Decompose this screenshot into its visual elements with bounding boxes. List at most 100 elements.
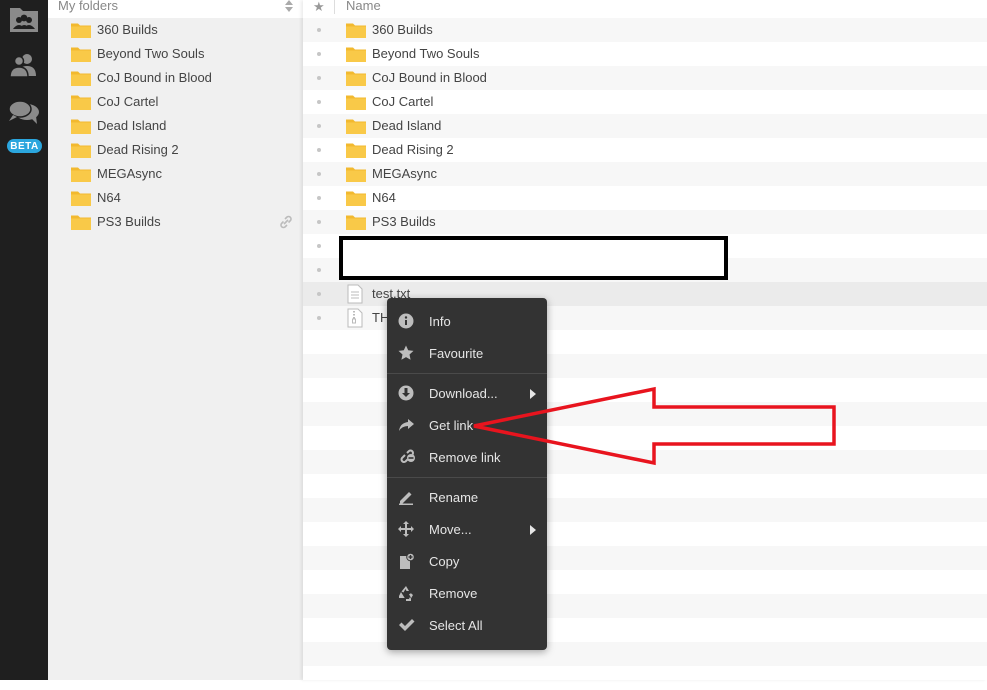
file-name: Dead Island <box>372 118 442 133</box>
favourite-dot[interactable] <box>317 124 321 128</box>
favourite-dot[interactable] <box>317 220 321 224</box>
sidebar-folder-item[interactable]: N64 <box>48 186 303 210</box>
star-icon <box>398 345 416 361</box>
file-name: MEGAsync <box>372 166 438 181</box>
sidebar-folder-label: N64 <box>97 190 121 205</box>
sidebar-folder-item[interactable]: Dead Rising 2 <box>48 138 303 162</box>
folder-icon <box>346 118 366 137</box>
menu-item-get-link[interactable]: Get link <box>387 410 547 440</box>
folder-icon <box>71 166 91 185</box>
folder-icon <box>346 214 366 233</box>
menu-separator <box>387 477 547 478</box>
sidebar-folder-item[interactable]: Dead Island <box>48 114 303 138</box>
sidebar-folder-item[interactable]: PS3 Builds <box>48 210 303 234</box>
sidebar-folder-label: Dead Rising 2 <box>97 142 179 157</box>
sidebar-folder-item[interactable]: MEGAsync <box>48 162 303 186</box>
context-menu: Info Favourite Download... Get link Remo… <box>387 298 547 650</box>
sidebar-title: My folders <box>58 0 118 13</box>
cloud-drive-icon[interactable] <box>0 0 48 40</box>
redaction-box <box>339 236 728 280</box>
folder-row[interactable]: PS3 Builds <box>303 210 987 234</box>
menu-item-select-all[interactable]: Select All <box>387 610 547 640</box>
column-divider <box>334 0 335 14</box>
file-name: CoJ Bound in Blood <box>372 70 487 85</box>
name-column-header[interactable]: Name <box>346 0 381 13</box>
menu-item-remove-link[interactable]: Remove link <box>387 442 547 472</box>
folder-icon <box>346 46 366 65</box>
download-icon <box>398 385 416 401</box>
folder-icon <box>71 142 91 161</box>
folder-tree-sidebar: My folders 360 Builds Beyond Two Souls CoJ… <box>48 0 303 680</box>
folder-row[interactable]: Beyond Two Souls <box>303 42 987 66</box>
recycle-icon <box>398 585 416 601</box>
move-icon <box>398 521 416 537</box>
folder-icon <box>71 94 91 113</box>
menu-item-copy[interactable]: Copy <box>387 546 547 576</box>
sidebar-folder-item[interactable]: CoJ Bound in Blood <box>48 66 303 90</box>
favourite-column-header[interactable]: ★ <box>313 0 325 15</box>
sidebar-folder-label: Beyond Two Souls <box>97 46 205 61</box>
sort-arrows-icon[interactable] <box>285 0 293 15</box>
sidebar-folder-item[interactable]: CoJ Cartel <box>48 90 303 114</box>
folder-row[interactable]: 360 Builds <box>303 18 987 42</box>
folder-row[interactable]: N64 <box>303 186 987 210</box>
favourite-dot[interactable] <box>317 28 321 32</box>
folder-icon <box>71 214 91 233</box>
folder-icon <box>71 118 91 137</box>
contacts-icon[interactable] <box>0 45 48 85</box>
share-arrow-icon <box>398 417 416 433</box>
menu-item-info[interactable]: Info <box>387 306 547 336</box>
menu-item-label: Move... <box>429 522 472 537</box>
menu-item-favourite[interactable]: Favourite <box>387 338 547 368</box>
zip-file-icon <box>347 308 363 331</box>
menu-item-label: Favourite <box>429 346 484 361</box>
favourite-dot[interactable] <box>317 292 321 296</box>
folder-icon <box>346 22 366 41</box>
favourite-dot[interactable] <box>317 100 321 104</box>
beta-badge: BETA <box>7 139 42 153</box>
column-header: ★ Name <box>303 0 987 18</box>
menu-item-move[interactable]: Move... <box>387 514 547 544</box>
favourite-dot[interactable] <box>317 76 321 80</box>
text-file-icon <box>347 284 363 307</box>
folder-icon <box>71 22 91 41</box>
folder-icon <box>346 70 366 89</box>
menu-item-download[interactable]: Download... <box>387 378 547 408</box>
file-name: Dead Rising 2 <box>372 142 454 157</box>
favourite-dot[interactable] <box>317 52 321 56</box>
sidebar-folder-item[interactable]: Beyond Two Souls <box>48 42 303 66</box>
folder-icon <box>346 166 366 185</box>
menu-item-rename[interactable]: Rename <box>387 482 547 512</box>
sidebar-folder-item[interactable]: 360 Builds <box>48 18 303 42</box>
menu-item-remove[interactable]: Remove <box>387 578 547 608</box>
favourite-dot[interactable] <box>317 268 321 272</box>
folder-icon <box>346 94 366 113</box>
sidebar-folder-label: CoJ Cartel <box>97 94 159 109</box>
chat-icon[interactable] <box>0 93 48 133</box>
submenu-arrow-icon <box>530 525 536 535</box>
left-rail: BETA <box>0 0 48 680</box>
folder-row[interactable]: Dead Rising 2 <box>303 138 987 162</box>
folder-row[interactable]: Dead Island <box>303 114 987 138</box>
favourite-dot[interactable] <box>317 196 321 200</box>
file-name: PS3 Builds <box>372 214 436 229</box>
sidebar-folder-label: 360 Builds <box>97 22 158 37</box>
sidebar-folder-label: MEGAsync <box>97 166 163 181</box>
favourite-dot[interactable] <box>317 172 321 176</box>
checkmark-icon <box>398 617 416 633</box>
menu-item-label: Get link <box>429 418 474 433</box>
folder-row[interactable]: MEGAsync <box>303 162 987 186</box>
favourite-dot[interactable] <box>317 244 321 248</box>
folder-icon <box>71 190 91 209</box>
folder-icon <box>346 190 366 209</box>
menu-separator <box>387 373 547 374</box>
favourite-dot[interactable] <box>317 316 321 320</box>
menu-item-label: Remove <box>429 586 478 601</box>
sidebar-folder-label: PS3 Builds <box>97 214 161 229</box>
folder-row[interactable]: CoJ Bound in Blood <box>303 66 987 90</box>
favourite-dot[interactable] <box>317 148 321 152</box>
menu-item-label: Rename <box>429 490 479 505</box>
file-name: Beyond Two Souls <box>372 46 480 61</box>
pencil-icon <box>398 489 416 505</box>
folder-row[interactable]: CoJ Cartel <box>303 90 987 114</box>
